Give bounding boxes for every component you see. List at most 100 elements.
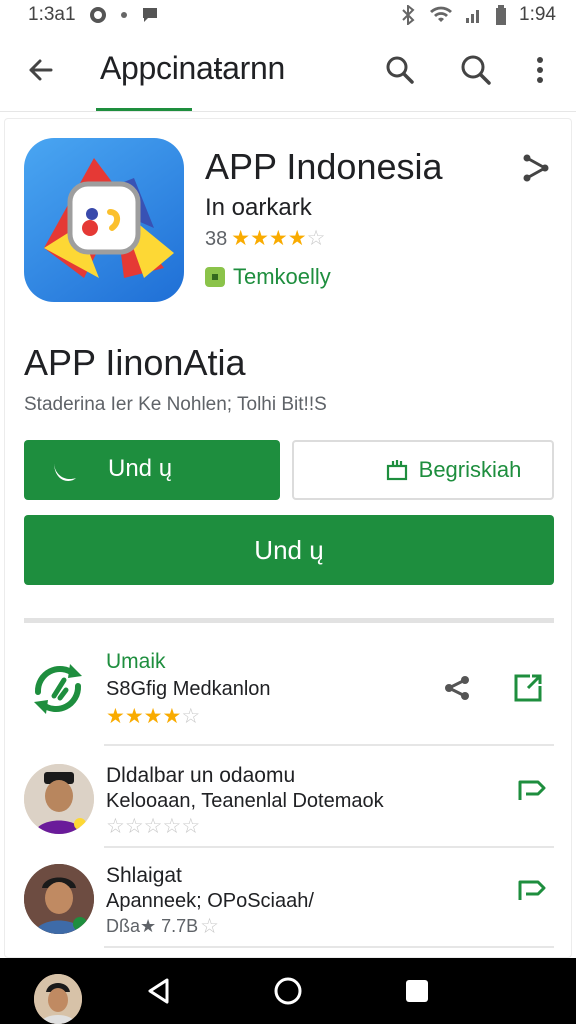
avatar [24, 864, 94, 934]
status-time-left: 1:3a1 [28, 4, 76, 25]
hero-stars: ★★★★☆ [231, 228, 325, 251]
hero-rating-count: 38 [205, 228, 228, 250]
star-icon: ★ [143, 705, 163, 728]
open-external-icon [514, 674, 542, 702]
secondary-button-label: Begriskiah [418, 457, 522, 482]
hero-rating: 38 ★★★★☆ [205, 228, 325, 251]
refresh-logo-icon [34, 664, 82, 714]
send-icon [518, 880, 546, 900]
star-icon: ★ [162, 705, 182, 728]
list-item-title: Dldalbar un odaomu [106, 764, 296, 787]
list-item-send-button[interactable] [514, 772, 550, 808]
star-icon: ★ [231, 227, 251, 250]
list-divider [104, 744, 554, 746]
list-item-subtitle: Apanneek; OPoSciaah/ [106, 890, 314, 912]
list-item[interactable]: Umaik S8Gfig Medkanlon ★★★★☆ [24, 640, 554, 740]
system-nav-bar [0, 958, 576, 1024]
notification-circle-icon [88, 5, 108, 25]
list-item[interactable]: Dldalbar un odaomu Kelooaan, Teanenlal D… [24, 754, 554, 850]
main-subtitle: Staderina Ier Ke Nohlen; Tolhi Bit!!S [24, 394, 327, 415]
back-button[interactable] [20, 50, 60, 90]
list-item-rating-text: Dßa★ 7.7B [106, 916, 199, 936]
list-item-subtitle: S8Gfig Medkanlon [106, 678, 271, 700]
star-icon: ☆ [181, 705, 201, 728]
list-item-share-button[interactable] [438, 670, 474, 706]
bag-icon [386, 460, 407, 481]
list-item-stars: ★★★★☆ [106, 706, 200, 728]
list-item[interactable]: Shlaigat Apanneek; OPoSciaah/ Dßa★ 7.7B … [24, 856, 554, 950]
star-icon: ★ [250, 227, 269, 250]
star-icon: ☆ [124, 815, 144, 838]
active-tab-indicator [96, 108, 192, 111]
battery-icon [495, 5, 507, 25]
send-icon [518, 780, 546, 800]
hero-tag-label: Temkoelly [233, 264, 331, 289]
install-wide-button[interactable]: Und ų [24, 515, 554, 585]
signal-icon [465, 6, 483, 24]
list-item-subtitle: Kelooaan, Teanenlal Dotemaok [106, 790, 384, 812]
install-wide-button-label: Und ų [254, 534, 324, 565]
list-item-rating: ★★★★☆ [106, 706, 200, 728]
nav-back-button[interactable] [144, 976, 174, 1006]
list-item-open-button[interactable] [510, 670, 546, 706]
star-icon: ☆ [200, 915, 219, 938]
search-icon [461, 55, 491, 85]
more-vert-icon [537, 57, 543, 83]
star-icon: ★ [287, 227, 307, 250]
list-divider [104, 946, 554, 948]
list-item-rating: Dßa★ 7.7B ☆ [106, 916, 219, 937]
app-icon[interactable] [24, 138, 184, 302]
list-item-send-button[interactable] [514, 872, 550, 908]
status-left: 1:3a1 [28, 4, 160, 26]
more-options-button[interactable] [520, 50, 560, 90]
wifi-icon [429, 6, 453, 24]
person-avatar-icon [24, 864, 94, 934]
hero-subtitle: In oarkark [205, 194, 312, 221]
share-icon [445, 676, 469, 700]
share-icon [523, 154, 549, 182]
avatar[interactable] [34, 974, 82, 1024]
share-button[interactable] [516, 152, 556, 184]
recents-square-icon [406, 980, 428, 1002]
search-button-2[interactable] [456, 50, 496, 90]
secondary-button[interactable]: Begriskiah [292, 440, 554, 500]
list-item-title: Shlaigat [106, 864, 182, 887]
app-title: Appcinaŧarnn [100, 50, 285, 86]
list-divider [104, 846, 554, 848]
list-item-stars: ☆☆☆☆☆ [106, 816, 200, 838]
status-bar: 1:3a1 1:94 [0, 0, 576, 30]
search-button-1[interactable] [380, 50, 420, 90]
main-title: APP IinonAtia [24, 342, 246, 383]
nav-home-button[interactable] [273, 976, 303, 1006]
back-arrow-icon [29, 59, 53, 81]
star-icon: ☆ [106, 815, 125, 838]
section-divider [24, 618, 554, 623]
star-icon: ★ [268, 227, 288, 250]
search-icon [386, 56, 414, 84]
install-button-label: Und ų [108, 455, 173, 482]
app-bar: Appcinaŧarnn [0, 36, 576, 112]
star-icon: ☆ [181, 815, 201, 838]
list-item-title: Umaik [106, 650, 166, 673]
star-icon: ★ [106, 705, 125, 728]
avatar [24, 764, 94, 834]
star-icon: ☆ [143, 815, 163, 838]
star-icon: ★ [124, 705, 144, 728]
status-right: 1:94 [399, 4, 556, 26]
bluetooth-icon [399, 5, 417, 25]
star-icon: ☆ [306, 227, 326, 250]
back-triangle-icon [148, 978, 169, 1004]
hero-title: APP Indonesia [205, 146, 443, 187]
chat-icon [140, 5, 160, 25]
status-time-right: 1:94 [519, 4, 556, 25]
home-circle-icon [274, 977, 302, 1005]
tag-badge-icon [205, 267, 225, 287]
star-icon: ☆ [162, 815, 182, 838]
install-button[interactable]: Und ų [24, 440, 280, 500]
install-moon-icon [54, 462, 76, 481]
list-item-icon [24, 654, 94, 724]
hero-tag: Temkoelly [205, 264, 331, 290]
list-item-rating: ☆☆☆☆☆ [106, 816, 200, 838]
nav-recents-button[interactable] [402, 976, 432, 1006]
dot-icon [120, 11, 128, 19]
